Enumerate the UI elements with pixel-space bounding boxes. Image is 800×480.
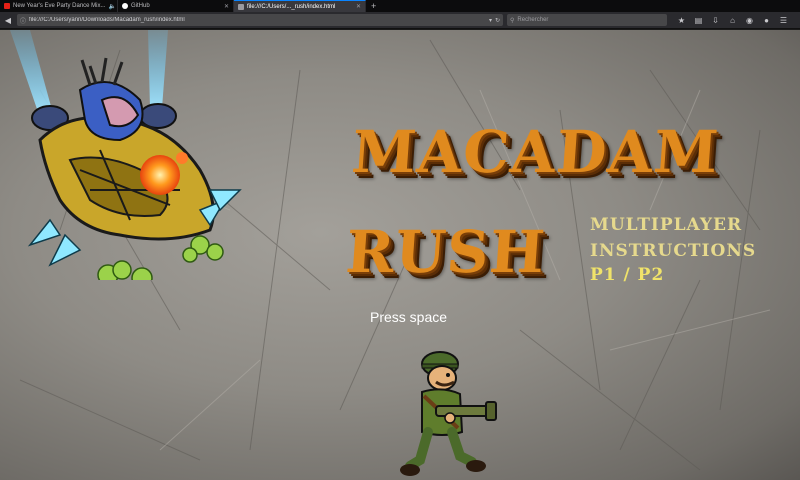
new-tab-button[interactable]: +	[366, 0, 381, 12]
extension-icon[interactable]: ●	[762, 16, 771, 25]
soldier-player-sprite	[400, 351, 497, 476]
back-icon[interactable]: ◀	[3, 15, 13, 25]
press-space-prompt: Press space	[370, 309, 448, 325]
tab-github[interactable]: GitHub ✕	[118, 0, 234, 12]
tab-title: New Year's Eve Party Dance Mix...	[13, 3, 106, 9]
game-canvas[interactable]: MACADAM RUSH Press space MULTIPLAYER INS…	[0, 30, 800, 480]
tab-game-file[interactable]: file:///C:/Users/..._rush/index.html ✕	[234, 0, 366, 12]
download-icon[interactable]: ⇩	[711, 16, 720, 25]
nav-toolbar: ◀ ⓘ file:///C:/Users/yann/Downloads/Maca…	[0, 12, 800, 29]
boss-ship-sprite	[10, 30, 242, 280]
close-tab-icon[interactable]: ✕	[356, 3, 361, 10]
menu-item-multiplayer[interactable]: MULTIPLAYER	[590, 215, 742, 235]
home-icon[interactable]: ⌂	[728, 16, 737, 25]
search-input[interactable]: ⚲ Rechercher	[507, 14, 667, 26]
url-text: file:///C:/Users/yann/Downloads/Macadam_…	[29, 17, 185, 23]
tab-youtube[interactable]: New Year's Eve Party Dance Mix... 🔈 ✕	[0, 0, 118, 12]
reload-icon[interactable]: ↻	[495, 17, 500, 24]
tab-title: GitHub	[131, 3, 150, 9]
game-title-line-2: RUSH	[343, 218, 548, 286]
library-icon[interactable]: ▤	[694, 16, 703, 25]
tab-title: file:///C:/Users/..._rush/index.html	[247, 3, 336, 10]
info-icon[interactable]: ⓘ	[20, 16, 26, 25]
game-title-line-1: MACADAM	[349, 118, 722, 186]
tab-bar: New Year's Eve Party Dance Mix... 🔈 ✕ Gi…	[0, 0, 800, 12]
menu-item-instructions[interactable]: INSTRUCTIONS	[590, 241, 756, 261]
dropdown-icon[interactable]: ▾	[489, 17, 492, 24]
youtube-favicon-icon	[4, 3, 10, 9]
close-tab-icon[interactable]: ✕	[224, 3, 229, 10]
github-favicon-icon	[122, 3, 128, 9]
url-bar[interactable]: ⓘ file:///C:/Users/yann/Downloads/Macada…	[17, 14, 503, 26]
search-icon: ⚲	[510, 17, 515, 24]
pocket-icon[interactable]: ◉	[745, 16, 754, 25]
speaker-icon[interactable]: 🔈	[109, 3, 116, 10]
menu-icon[interactable]: ☰	[779, 16, 788, 25]
menu-item-players[interactable]: P1 / P2	[590, 265, 664, 285]
bookmark-star-icon[interactable]: ★	[677, 16, 686, 25]
file-favicon-icon	[238, 3, 244, 10]
search-placeholder: Rechercher	[517, 17, 549, 23]
